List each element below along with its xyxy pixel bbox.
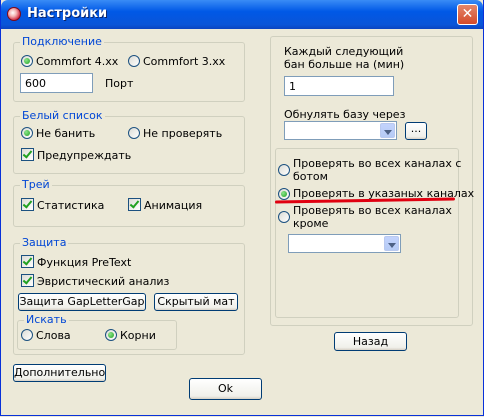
except-channels-select[interactable] bbox=[288, 234, 401, 253]
group-protection-label: Защита bbox=[20, 236, 69, 249]
radio-specified-channels[interactable] bbox=[278, 188, 290, 200]
port-input[interactable]: 600 bbox=[20, 73, 93, 93]
radio-all-except-label-1: Проверять во всех каналах bbox=[293, 204, 452, 217]
radio-icon bbox=[128, 55, 140, 67]
app-icon bbox=[7, 7, 21, 21]
checkbox-checked-icon bbox=[21, 148, 34, 161]
group-whitelist-label: Белый список bbox=[20, 109, 105, 122]
radio-selected-icon bbox=[21, 127, 33, 139]
radio-selected-icon bbox=[21, 55, 33, 67]
browse-button[interactable]: ... bbox=[405, 122, 427, 140]
group-search-label: Искать bbox=[24, 313, 69, 326]
settings-window: Настройки ✕ Подключение Commfort 4.xx Co… bbox=[0, 0, 484, 416]
back-button[interactable]: Назад bbox=[334, 332, 407, 351]
chevron-down-icon[interactable] bbox=[380, 123, 395, 138]
title-bar[interactable]: Настройки ✕ bbox=[1, 0, 483, 29]
radio-all-with-bot-label-2: ботом bbox=[293, 170, 328, 183]
checkbox-animation[interactable]: Анимация bbox=[128, 198, 202, 212]
close-icon: ✕ bbox=[461, 6, 474, 22]
checkbox-pretext[interactable]: Функция PreText bbox=[21, 255, 131, 269]
gap-letter-gap-button[interactable]: Защита GapLetterGap bbox=[18, 293, 146, 311]
checkbox-checked-icon bbox=[21, 255, 34, 268]
chevron-down-icon[interactable] bbox=[384, 236, 399, 251]
radio-words[interactable]: Слова bbox=[21, 329, 71, 342]
ban-label-line1: Каждый следующий bbox=[284, 45, 404, 58]
radio-no-check[interactable]: Не проверять bbox=[128, 127, 222, 140]
checkbox-checked-icon bbox=[21, 274, 34, 287]
checkbox-heuristic[interactable]: Эвристический анализ bbox=[21, 274, 169, 288]
radio-all-with-bot[interactable] bbox=[278, 164, 290, 176]
hidden-mat-button[interactable]: Скрытый мат bbox=[154, 293, 238, 311]
checkbox-checked-icon bbox=[128, 198, 141, 211]
window-title: Настройки bbox=[27, 6, 108, 21]
radio-no-ban[interactable]: Не банить bbox=[21, 127, 95, 140]
radio-all-except-label-2: кроме bbox=[293, 217, 329, 230]
group-connection-label: Подключение bbox=[20, 35, 104, 48]
ok-button[interactable]: Ok bbox=[189, 378, 262, 400]
radio-commfort4[interactable]: Commfort 4.xx bbox=[21, 55, 118, 68]
radio-icon bbox=[128, 127, 140, 139]
group-connection: Подключение bbox=[13, 35, 245, 102]
group-whitelist: Белый список bbox=[13, 109, 245, 174]
checkbox-stats[interactable]: Статистика bbox=[21, 198, 104, 212]
radio-roots[interactable]: Корни bbox=[105, 329, 156, 342]
radio-all-with-bot-label-1: Проверять во всех каналах с bbox=[293, 157, 462, 170]
checkbox-warn[interactable]: Предупреждать bbox=[21, 148, 131, 162]
checkbox-checked-icon bbox=[21, 198, 34, 211]
close-button[interactable]: ✕ bbox=[457, 4, 478, 25]
more-button[interactable]: Дополнительно bbox=[13, 364, 106, 382]
group-tray-label: Трей bbox=[20, 178, 52, 191]
ban-label-line2: бан больше на (мин) bbox=[284, 58, 405, 71]
radio-selected-icon bbox=[105, 329, 117, 341]
radio-icon bbox=[21, 329, 33, 341]
port-label: Порт bbox=[105, 77, 134, 90]
radio-all-except[interactable] bbox=[278, 211, 290, 223]
reset-label: Обнулять базу через bbox=[284, 108, 406, 121]
radio-commfort3[interactable]: Commfort 3.xx bbox=[128, 55, 225, 68]
reset-period-select[interactable] bbox=[284, 121, 397, 140]
ban-increment-input[interactable]: 1 bbox=[284, 76, 394, 96]
